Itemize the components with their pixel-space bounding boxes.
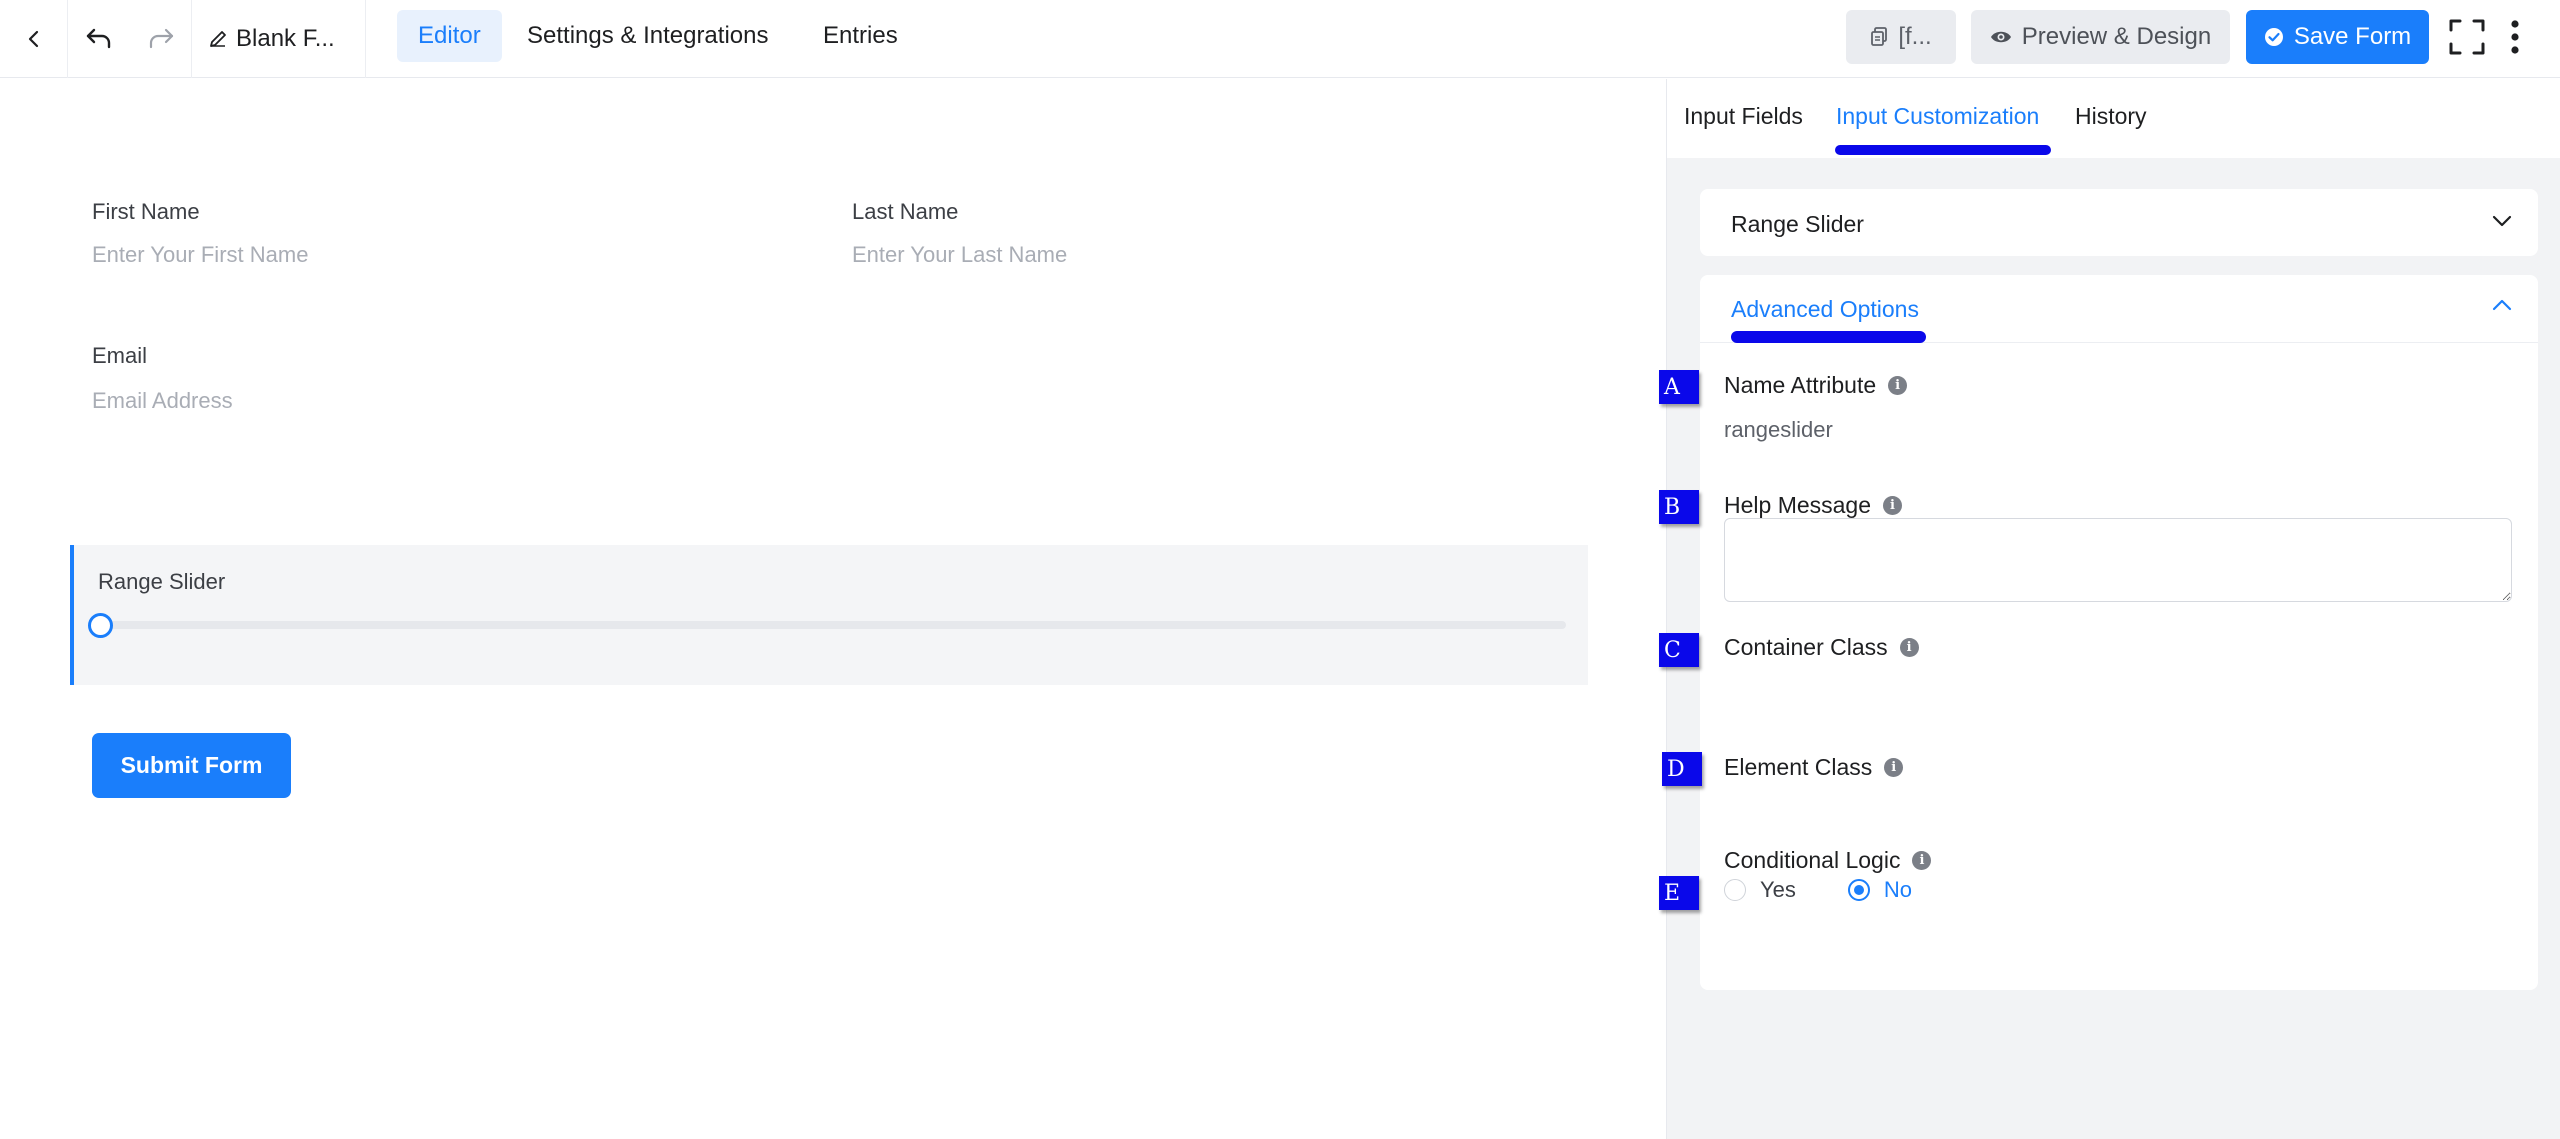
- advanced-options-header[interactable]: Advanced Options: [1700, 275, 2538, 343]
- range-slider-track[interactable]: [94, 621, 1566, 629]
- range-slider-thumb[interactable]: [88, 613, 113, 638]
- marker-e: E: [1659, 876, 1699, 910]
- form-title[interactable]: Blank F...: [192, 0, 366, 78]
- form-canvas: First Name Enter Your First Name Last Na…: [0, 79, 1666, 1139]
- shortcode-button[interactable]: [f...: [1846, 10, 1956, 64]
- fullscreen-icon: [2449, 19, 2485, 55]
- top-toolbar: Blank F... Editor Settings & Integration…: [0, 0, 2560, 78]
- last-name-label: Last Name: [852, 199, 959, 224]
- range-slider-label: Range Slider: [98, 569, 226, 594]
- shortcode-label: [f...: [1898, 23, 1932, 50]
- last-name-input[interactable]: Enter Your Last Name: [852, 242, 1067, 268]
- element-class-label: Element Class i: [1724, 754, 1904, 781]
- first-name-label: First Name: [92, 199, 200, 224]
- redo-icon: [149, 28, 173, 49]
- conditional-logic-radios: Yes No: [1724, 877, 1912, 903]
- form-title-text: Blank F...: [236, 25, 335, 52]
- vertical-dots-icon: [2511, 20, 2519, 54]
- range-slider-card[interactable]: Range Slider: [1700, 189, 2538, 256]
- advanced-options-underline: [1731, 331, 1926, 343]
- tab-history[interactable]: History: [2075, 103, 2147, 130]
- chevron-up-icon: [2492, 299, 2512, 311]
- chevron-left-icon: [28, 30, 38, 48]
- more-options-button[interactable]: [2500, 14, 2530, 60]
- name-attribute-label: Name Attribute i: [1724, 372, 1908, 399]
- radio-yes-label: Yes: [1760, 877, 1796, 902]
- range-slider-card-title: Range Slider: [1731, 211, 1864, 237]
- tab-settings-integrations[interactable]: Settings & Integrations: [506, 10, 789, 62]
- tab-input-customization[interactable]: Input Customization: [1836, 103, 2039, 130]
- save-form-label: Save Form: [2293, 23, 2412, 50]
- copy-icon: [1871, 27, 1888, 46]
- radio-yes[interactable]: [1724, 879, 1746, 901]
- marker-c: C: [1659, 633, 1699, 667]
- chevron-down-icon: [2492, 215, 2512, 227]
- pencil-icon: [210, 31, 226, 47]
- marker-d: D: [1662, 752, 1702, 786]
- submit-form-button[interactable]: Submit Form: [92, 733, 291, 798]
- info-icon[interactable]: i: [1899, 638, 1919, 657]
- save-form-button[interactable]: Save Form: [2246, 10, 2429, 64]
- help-message-label: Help Message i: [1724, 492, 1903, 519]
- back-button[interactable]: [0, 0, 68, 78]
- info-icon[interactable]: i: [1883, 496, 1903, 515]
- tab-input-fields[interactable]: Input Fields: [1684, 103, 1803, 130]
- email-input[interactable]: Email Address: [92, 388, 233, 414]
- info-icon[interactable]: i: [1888, 376, 1908, 395]
- settings-panel: Input Fields Input Customization History…: [1666, 79, 2560, 1139]
- marker-b: B: [1659, 490, 1699, 524]
- help-message-textarea[interactable]: [1724, 518, 2512, 602]
- tab-entries[interactable]: Entries: [802, 10, 919, 62]
- undo-button[interactable]: [68, 0, 130, 78]
- element-class-text: Element Class: [1724, 754, 1873, 780]
- info-icon[interactable]: i: [1884, 758, 1904, 777]
- email-label: Email: [92, 343, 148, 368]
- conditional-logic-label: Conditional Logic i: [1724, 847, 1932, 874]
- tab-editor[interactable]: Editor: [397, 10, 502, 62]
- redo-button[interactable]: [130, 0, 192, 78]
- radio-no-label: No: [1883, 877, 1913, 902]
- preview-design-label: Preview & Design: [2021, 23, 2212, 50]
- check-circle-icon: [2264, 28, 2283, 46]
- help-message-text: Help Message: [1724, 492, 1872, 518]
- container-class-text: Container Class: [1724, 634, 1888, 660]
- undo-icon: [86, 28, 111, 49]
- conditional-logic-no[interactable]: No: [1847, 877, 1913, 903]
- fullscreen-button[interactable]: [2446, 16, 2488, 58]
- first-name-input[interactable]: Enter Your First Name: [92, 242, 308, 268]
- panel-tabs: Input Fields Input Customization History: [1667, 79, 2560, 158]
- info-icon[interactable]: i: [1912, 851, 1932, 870]
- range-slider-field[interactable]: Range Slider: [70, 545, 1588, 685]
- marker-a: A: [1659, 370, 1699, 404]
- preview-design-button[interactable]: Preview & Design: [1971, 10, 2230, 64]
- conditional-logic-text: Conditional Logic: [1724, 847, 1901, 873]
- container-class-label: Container Class i: [1724, 634, 1919, 661]
- advanced-options-card: Advanced Options Name Attribute i ranges…: [1700, 275, 2538, 990]
- name-attribute-input[interactable]: rangeslider: [1724, 417, 1833, 443]
- radio-no[interactable]: [1847, 879, 1870, 901]
- advanced-options-title: Advanced Options: [1731, 296, 1919, 322]
- active-tab-underline: [1835, 145, 2051, 155]
- name-attribute-text: Name Attribute: [1724, 372, 1877, 398]
- conditional-logic-yes[interactable]: Yes: [1724, 877, 1796, 903]
- eye-icon: [1990, 31, 2011, 43]
